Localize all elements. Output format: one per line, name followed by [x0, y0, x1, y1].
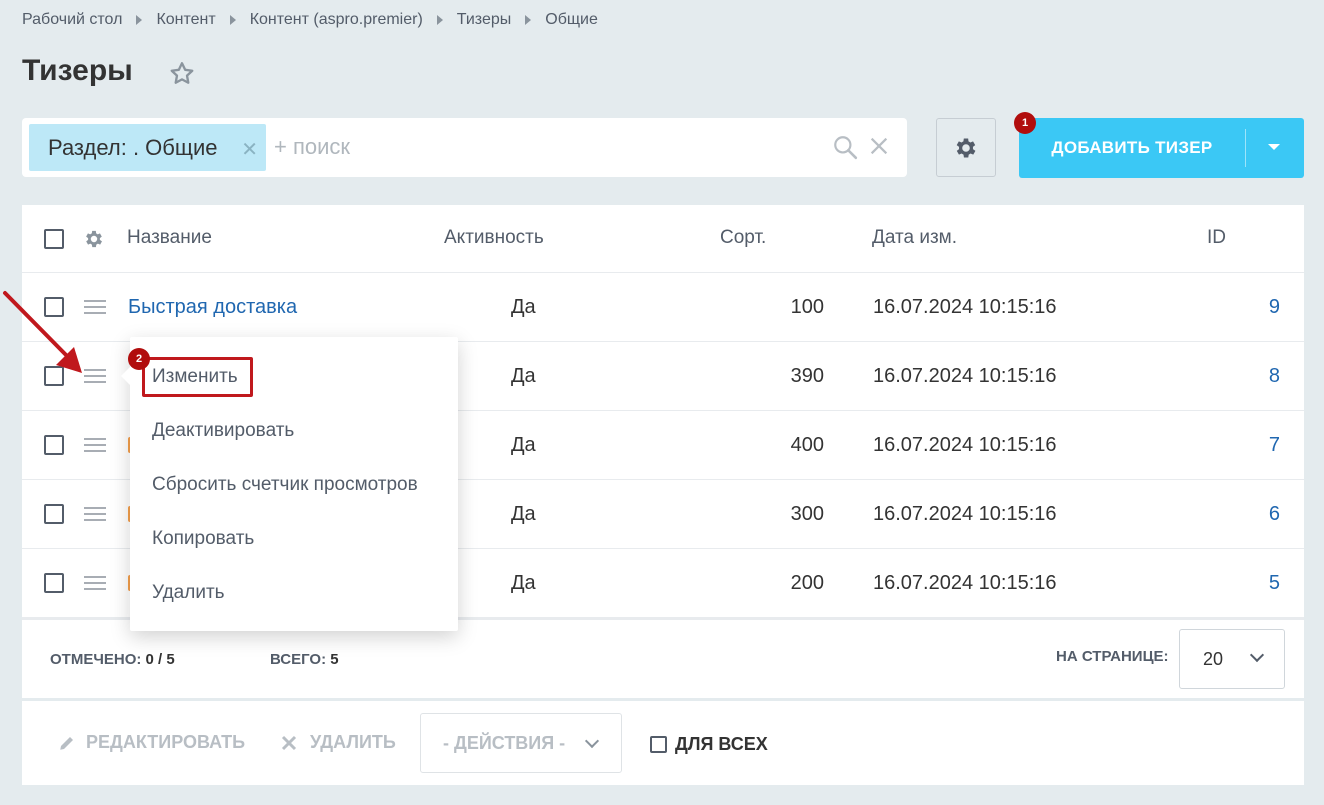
per-page-select[interactable]: 20 — [1179, 629, 1285, 689]
step-badge-2: 2 — [128, 348, 150, 370]
gear-icon[interactable] — [83, 228, 105, 250]
column-header-id[interactable]: ID — [1207, 227, 1226, 249]
menu-item-reset-views[interactable]: Сбросить счетчик просмотров — [152, 474, 418, 496]
row-date: 16.07.2024 10:15:16 — [873, 296, 1057, 318]
breadcrumb-teasers[interactable]: Тизеры — [457, 11, 511, 29]
row-active: Да — [511, 434, 536, 456]
column-header-active[interactable]: Активность — [444, 227, 544, 249]
row-id-link[interactable]: 8 — [1240, 365, 1280, 388]
gear-icon — [956, 137, 976, 158]
row-name-link[interactable]: Быстрая доставка — [128, 296, 297, 319]
per-page-label: НА СТРАНИЦЕ: — [1056, 648, 1169, 665]
column-header-sort[interactable]: Сорт. — [720, 227, 766, 249]
delete-label: УДАЛИТЬ — [310, 732, 396, 752]
breadcrumb-separator-icon — [229, 15, 236, 25]
breadcrumb-separator-icon — [525, 15, 532, 25]
breadcrumb-content-aspro[interactable]: Контент (aspro.premier) — [250, 11, 423, 29]
menu-item-delete[interactable]: Удалить — [152, 582, 225, 604]
breadcrumb-content[interactable]: Контент — [156, 11, 215, 29]
chevron-down-icon[interactable] — [1268, 144, 1280, 150]
row-id-link[interactable]: 6 — [1240, 503, 1280, 526]
row-id-link[interactable]: 7 — [1240, 434, 1280, 457]
settings-button[interactable] — [936, 118, 996, 177]
menu-pointer — [121, 367, 130, 385]
row-sort: 200 — [790, 572, 824, 594]
row-menu-icon[interactable] — [84, 438, 106, 452]
selected-label: ОТМЕЧЕНО: — [50, 651, 142, 668]
per-page-value: 20 — [1203, 649, 1224, 669]
for-all-label: ДЛЯ ВСЕХ — [675, 734, 768, 754]
checkbox[interactable] — [650, 736, 667, 753]
row-date: 16.07.2024 10:15:16 — [873, 572, 1057, 594]
edit-label: РЕДАКТИРОВАТЬ — [86, 732, 246, 752]
red-arrow-annotation — [3, 291, 82, 373]
star-icon[interactable] — [168, 60, 196, 88]
row-sort: 400 — [790, 434, 824, 456]
row-active: Да — [511, 572, 536, 594]
page-title: Тизеры — [22, 54, 133, 87]
total-value: 5 — [330, 651, 339, 668]
row-checkbox[interactable] — [44, 504, 64, 524]
column-header-date[interactable]: Дата изм. — [872, 227, 957, 249]
row-sort: 390 — [790, 365, 824, 387]
row-date: 16.07.2024 10:15:16 — [873, 365, 1057, 387]
close-icon[interactable] — [868, 135, 890, 157]
filter-search-bar[interactable]: Раздел: . Общие ✕ + поиск — [22, 118, 907, 177]
row-id-link[interactable]: 5 — [1240, 572, 1280, 595]
per-page-label-text: НА СТРАНИЦЕ: — [1056, 648, 1169, 665]
chevron-down-icon — [1249, 647, 1265, 663]
total-label: ВСЕГО: — [270, 651, 327, 668]
row-checkbox[interactable] — [44, 573, 64, 593]
pencil-icon — [60, 736, 73, 750]
add-teaser-button[interactable]: ДОБАВИТЬ ТИЗЕР — [1019, 118, 1304, 178]
actions-select-label: - ДЕЙСТВИЯ - — [443, 733, 566, 753]
divider — [1245, 129, 1246, 167]
row-date: 16.07.2024 10:15:16 — [873, 503, 1057, 525]
cross-icon — [281, 735, 297, 750]
breadcrumb-general[interactable]: Общие — [545, 11, 598, 29]
edit-button[interactable]: РЕДАКТИРОВАТЬ — [58, 732, 245, 753]
breadcrumb-desktop[interactable]: Рабочий стол — [22, 11, 122, 29]
delete-button[interactable]: УДАЛИТЬ — [280, 732, 396, 753]
actions-select[interactable]: - ДЕЙСТВИЯ - — [420, 713, 622, 773]
selected-count: ОТМЕЧЕНО: 0 / 5 — [50, 651, 175, 668]
step-badge-1: 1 — [1014, 112, 1036, 134]
row-sort: 100 — [790, 296, 824, 318]
highlight-box — [142, 357, 253, 397]
row-menu-icon[interactable] — [84, 507, 106, 521]
chevron-down-icon — [584, 733, 600, 749]
row-menu-icon[interactable] — [84, 576, 106, 590]
menu-item-copy[interactable]: Копировать — [152, 528, 254, 550]
chip-close-icon[interactable]: ✕ — [241, 137, 258, 162]
filter-chip-label: Раздел: . Общие — [48, 134, 218, 160]
row-active: Да — [511, 503, 536, 525]
search-input[interactable]: + поиск — [274, 134, 350, 160]
breadcrumb-separator-icon — [136, 15, 143, 25]
row-sort: 300 — [790, 503, 824, 525]
add-teaser-label: ДОБАВИТЬ ТИЗЕР — [1051, 138, 1213, 157]
menu-item-deactivate[interactable]: Деактивировать — [152, 420, 294, 442]
table-row[interactable]: Быстрая доставка Да 100 16.07.2024 10:15… — [22, 273, 1304, 342]
select-all-checkbox[interactable] — [44, 229, 64, 249]
row-active: Да — [511, 296, 536, 318]
for-all-checkbox[interactable]: ДЛЯ ВСЕХ — [650, 734, 768, 755]
filter-chip[interactable]: Раздел: . Общие ✕ — [29, 124, 266, 171]
row-date: 16.07.2024 10:15:16 — [873, 434, 1057, 456]
total-count: ВСЕГО: 5 — [270, 651, 339, 668]
breadcrumb-separator-icon — [436, 15, 443, 25]
selected-value: 0 / 5 — [145, 651, 175, 668]
group-actions-bar: РЕДАКТИРОВАТЬ УДАЛИТЬ - ДЕЙСТВИЯ - ДЛЯ В… — [22, 701, 1304, 785]
column-header-name[interactable]: Название — [127, 227, 212, 249]
breadcrumb: Рабочий стол Контент Контент (aspro.prem… — [22, 11, 598, 29]
row-checkbox[interactable] — [44, 435, 64, 455]
search-icon[interactable] — [832, 134, 858, 160]
row-id-link[interactable]: 9 — [1240, 296, 1280, 319]
row-active: Да — [511, 365, 536, 387]
